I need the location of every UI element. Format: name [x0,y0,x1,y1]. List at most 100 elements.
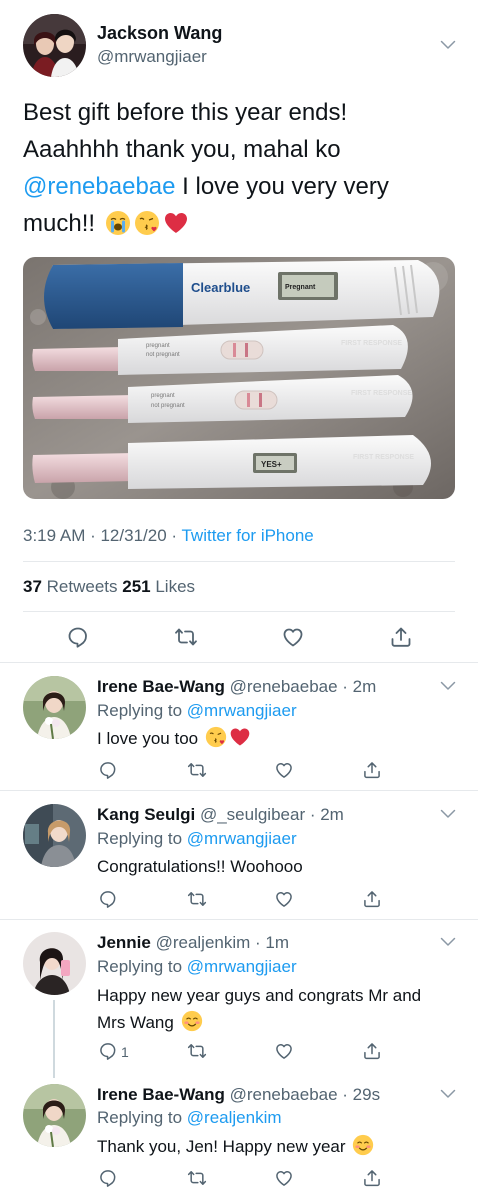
replying-to-prefix: Replying to [97,957,187,976]
reply-handle-time[interactable]: @renebaebae · 2m [225,677,377,696]
reply-icon[interactable] [98,1041,118,1061]
reply-icon[interactable] [98,889,118,909]
heart-icon[interactable] [274,889,294,909]
reply-avatar[interactable] [23,676,86,739]
test-label: pregnant [151,393,175,399]
replying-to: Replying to @mrwangjiaer [97,829,297,849]
retweet-icon[interactable] [187,1168,207,1188]
heart-icon[interactable] [281,625,305,649]
reply-count: 1 [121,1044,129,1060]
reply-text-line: Happy new year guys and congrats Mr and [97,986,422,1005]
divider [23,561,455,562]
first-response-logo: FIRST RESPONSE [353,454,414,461]
retweet-count[interactable]: 37 [23,577,42,596]
reply-handle-time[interactable]: @_seulgibear · 2m [195,805,344,824]
reply-header: Irene Bae-Wang @renebaebae · 2m [97,677,376,697]
tweet-photo[interactable]: Clearblue Pregnant pregnant not pregnant… [23,257,455,499]
mention-link[interactable]: @mrwangjiaer [187,829,297,848]
reply-text-content: Congratulations!! Woohooo [97,857,303,876]
mention-link[interactable]: @mrwangjiaer [187,701,297,720]
tweet-text-line: much!! [23,210,96,237]
clearblue-screen-text: Pregnant [285,284,316,291]
like-count[interactable]: 251 [122,577,150,596]
thread-line [53,1000,55,1078]
tweet-text-line: Aaahhhh thank you, mahal ko [23,136,341,163]
author-avatar[interactable] [23,14,86,77]
replying-to: Replying to @mrwangjiaer [97,701,297,721]
tweet-text-line: I love you very very [175,173,389,200]
tweet-text: Best gift before this year ends! Aaahhhh… [23,94,463,242]
divider [0,919,478,920]
retweet-icon[interactable] [187,1041,207,1061]
heart-icon[interactable] [274,1168,294,1188]
reply-text-content: Thank you, Jen! Happy new year [97,1137,346,1156]
kiss-emoji-icon [205,726,227,748]
chevron-down-icon[interactable] [440,40,456,50]
replying-to-prefix: Replying to [97,829,187,848]
test-label: pregnant [146,343,170,349]
replying-to: Replying to @mrwangjiaer [97,957,297,977]
retweet-icon[interactable] [187,760,207,780]
reply-icon[interactable] [98,1168,118,1188]
engagement-counts: 37 Retweets 251 Likes [23,577,195,597]
reply-author-name[interactable]: Kang Seulgi [97,805,195,824]
author-handle[interactable]: @mrwangjiaer [97,47,207,67]
reply-header: Jennie @realjenkim · 1m [97,933,289,953]
reply-avatar[interactable] [23,1084,86,1147]
retweet-icon[interactable] [187,889,207,909]
heart-icon[interactable] [274,1041,294,1061]
reply-text: Happy new year guys and congrats Mr and … [97,982,467,1036]
heart-emoji-icon [163,210,189,236]
reply-author-name[interactable]: Irene Bae-Wang [97,677,225,696]
reply-icon[interactable] [98,760,118,780]
reply-handle-time[interactable]: @realjenkim · 1m [151,933,289,952]
yes-display-text: YES+ [261,460,282,469]
reply-text: Thank you, Jen! Happy new year [97,1133,467,1160]
reply-avatar[interactable] [23,932,86,995]
chevron-down-icon[interactable] [440,1089,456,1099]
reply-author-name[interactable]: Jennie [97,933,151,952]
mention-link[interactable]: @realjenkim [187,1108,282,1127]
chevron-down-icon[interactable] [440,809,456,819]
first-response-logo: FIRST RESPONSE [341,340,402,347]
share-icon[interactable] [362,889,382,909]
reply-icon[interactable] [66,625,90,649]
heart-icon[interactable] [274,760,294,780]
reply-avatar[interactable] [23,804,86,867]
share-icon[interactable] [362,1168,382,1188]
tweet-source-link[interactable]: Twitter for iPhone [181,526,313,545]
reply-handle-time[interactable]: @renebaebae · 29s [225,1085,381,1104]
reply-text: Congratulations!! Woohooo [97,853,467,880]
replying-to-prefix: Replying to [97,701,187,720]
chevron-down-icon[interactable] [440,681,456,691]
tweet-text-line: Best gift before this year ends! [23,99,348,126]
share-icon[interactable] [362,1041,382,1061]
retweets-label[interactable]: Retweets [42,577,122,596]
reply-header: Kang Seulgi @_seulgibear · 2m [97,805,344,825]
test-label: not pregnant [146,352,180,358]
heart-emoji-icon [229,726,251,748]
first-response-logo: FIRST RESPONSE [351,390,412,397]
divider [0,662,478,663]
tweet-time: 3:19 AM · 12/31/20 · [23,526,182,545]
reply-author-name[interactable]: Irene Bae-Wang [97,1085,225,1104]
reply-text-line: Mrs Wang [97,1013,174,1032]
clearblue-logo: Clearblue [191,280,250,295]
retweet-icon[interactable] [174,625,198,649]
divider [23,611,455,612]
reply-text-content: I love you too [97,729,199,748]
share-icon[interactable] [362,760,382,780]
sob-emoji-icon [105,210,131,236]
mention-link[interactable]: @mrwangjiaer [187,957,297,976]
replying-to-prefix: Replying to [97,1108,187,1127]
author-name[interactable]: Jackson Wang [97,23,222,44]
smiling-emoji-icon [181,1010,203,1032]
likes-label[interactable]: Likes [151,577,195,596]
share-icon[interactable] [389,625,413,649]
replying-to: Replying to @realjenkim [97,1108,282,1128]
divider [0,790,478,791]
chevron-down-icon[interactable] [440,937,456,947]
test-label: not pregnant [151,403,185,409]
reply-header: Irene Bae-Wang @renebaebae · 29s [97,1085,380,1105]
mention-link[interactable]: @renebaebae [23,173,175,200]
